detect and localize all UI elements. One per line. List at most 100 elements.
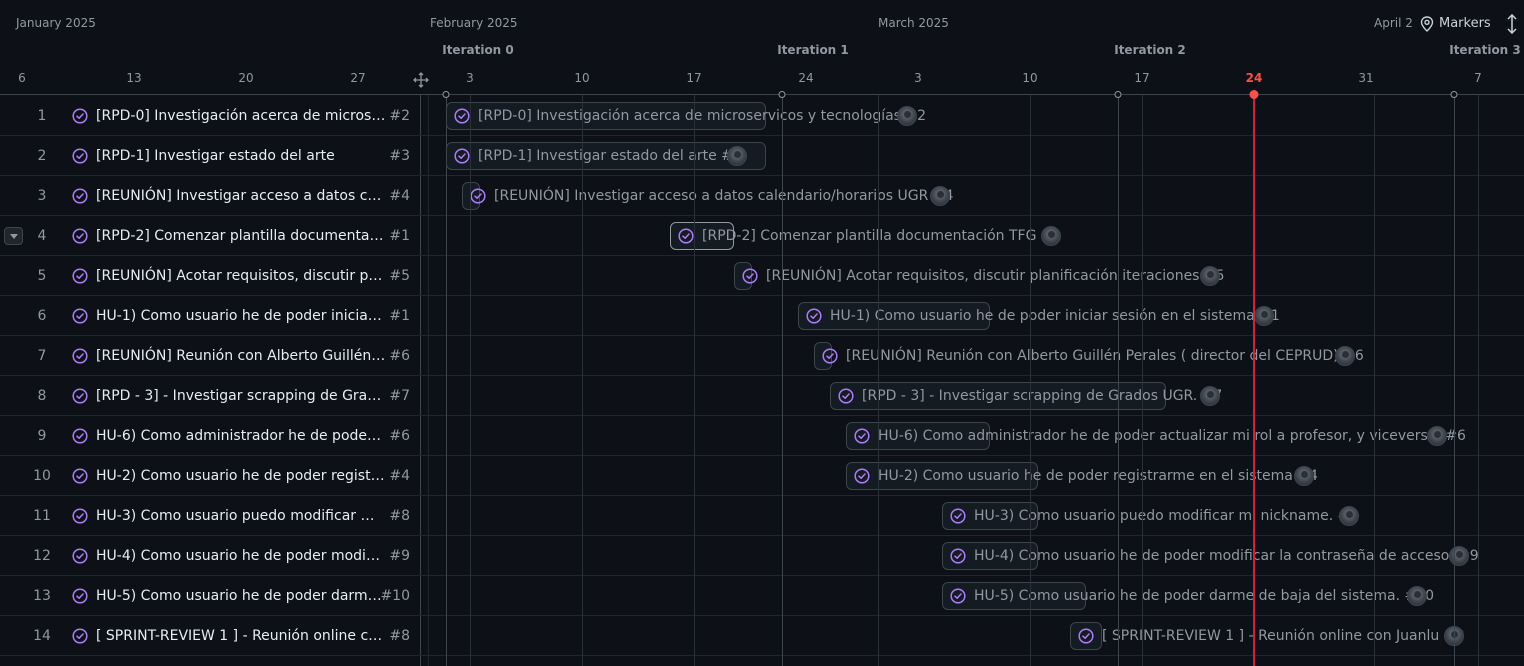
assignee-avatar[interactable]: [1200, 386, 1220, 406]
table-row[interactable]: 14 [ SPRINT-REVIEW 1 ] - Reunión online c…: [0, 616, 1524, 656]
issue-closed-icon: [72, 348, 88, 364]
row-menu-button[interactable]: [4, 227, 23, 245]
row-title[interactable]: HU-4) Como usuario he de poder modificar…: [96, 536, 386, 576]
issue-number: #5: [389, 268, 410, 284]
row-title[interactable]: [RPD-0] Investigación acerca de microser…: [96, 96, 386, 136]
iteration-boundary-line: [446, 95, 447, 666]
gantt-bar-label[interactable]: [REUNIÓN] Reunión con Alberto Guillén Pe…: [846, 336, 1364, 376]
table-row[interactable]: 3 [REUNIÓN] Investigar acceso a datos cal…: [0, 176, 1524, 216]
issue-number: #10: [380, 588, 410, 604]
row-info[interactable]: 12 HU-4) Como usuario he de poder modific…: [0, 536, 420, 576]
row-title[interactable]: HU-5) Como usuario he de poder darme de …: [96, 576, 386, 616]
today-line: [1253, 95, 1255, 666]
row-info[interactable]: 10 HU-2) Como usuario he de poder registr…: [0, 456, 420, 496]
issue-closed-icon: [470, 188, 486, 204]
day-label: 20: [238, 71, 254, 85]
table-row[interactable]: 5 [REUNIÓN] Acotar requisitos, discutir p…: [0, 256, 1524, 296]
row-title[interactable]: HU-6) Como administrador he de poder act…: [96, 416, 386, 456]
table-row[interactable]: 1 [RPD-0] Investigación acerca de microse…: [0, 96, 1524, 136]
gantt-bar-label[interactable]: [RPD-2] Comenzar plantilla documentación…: [702, 216, 1062, 256]
row-title[interactable]: [REUNIÓN] Reunión con Alberto Guillén Pe…: [96, 336, 386, 376]
table-row[interactable]: 4 [RPD-2] Comenzar plantilla documentació…: [0, 216, 1524, 256]
row-info[interactable]: 6 HU-1) Como usuario he de poder iniciar …: [0, 296, 420, 336]
table-row[interactable]: 7 [REUNIÓN] Reunión con Alberto Guillén P…: [0, 336, 1524, 376]
issue-closed-icon: [72, 148, 88, 164]
row-info[interactable]: 3 [REUNIÓN] Investigar acceso a datos cal…: [0, 176, 420, 216]
row-title[interactable]: [REUNIÓN] Acotar requisitos, discutir pl…: [96, 256, 386, 296]
row-title[interactable]: [ SPRINT-REVIEW 1 ] - Reunión online con…: [96, 616, 386, 656]
assignee-avatar[interactable]: [1254, 306, 1274, 326]
row-info[interactable]: 11 HU-3) Como usuario puedo modificar mi …: [0, 496, 420, 536]
row-info[interactable]: 4 [RPD-2] Comenzar plantilla documentació…: [0, 216, 420, 256]
table-row[interactable]: 6 HU-1) Como usuario he de poder iniciar …: [0, 296, 1524, 336]
row-number: 8: [37, 388, 47, 404]
row-title[interactable]: HU-3) Como usuario puedo modificar mi ni…: [96, 496, 386, 536]
issue-number: #6: [389, 348, 410, 364]
iteration-marker-dot: [778, 91, 786, 98]
day-label: 27: [350, 71, 366, 85]
assignee-avatar[interactable]: [1449, 546, 1469, 566]
issue-number: #1: [389, 228, 410, 244]
issue-number: #8: [389, 628, 410, 644]
table-row[interactable]: 2 [RPD-1] Investigar estado del arte #3 [RP…: [0, 136, 1524, 176]
grid-line: [582, 95, 583, 666]
assignee-avatar[interactable]: [1407, 586, 1427, 606]
assignee-avatar[interactable]: [1339, 506, 1359, 526]
gantt-bar-label[interactable]: HU-2) Como usuario he de poder registrar…: [878, 456, 1318, 496]
gantt-bar-label[interactable]: [RPD-1] Investigar estado del arte #3: [478, 136, 742, 176]
row-info[interactable]: 2 [RPD-1] Investigar estado del arte #3: [0, 136, 420, 176]
table-row[interactable]: 13 HU-5) Como usuario he de poder darme d…: [0, 576, 1524, 616]
issue-closed-icon: [822, 348, 838, 364]
row-title[interactable]: [RPD-2] Comenzar plantilla documentación…: [96, 216, 386, 256]
row-title[interactable]: HU-1) Como usuario he de poder iniciar s…: [96, 296, 386, 336]
gantt-bar-label[interactable]: HU-5) Como usuario he de poder darme de …: [974, 576, 1434, 616]
row-title[interactable]: HU-2) Como usuario he de poder registrar…: [96, 456, 386, 496]
row-info[interactable]: 1 [RPD-0] Investigación acerca de microse…: [0, 96, 420, 136]
gantt-bar-label[interactable]: [ SPRINT-REVIEW 1 ] - Reunión online con…: [1102, 616, 1464, 656]
gantt-bar-label[interactable]: [REUNIÓN] Investigar acceso a datos cale…: [494, 176, 953, 216]
row-number: 12: [33, 548, 51, 564]
table-row[interactable]: 8 [RPD - 3] - Investigar scrapping de Gra…: [0, 376, 1524, 416]
row-info[interactable]: 13 HU-5) Como usuario he de poder darme d…: [0, 576, 420, 616]
row-number: 10: [33, 468, 51, 484]
gantt-bar-label[interactable]: [REUNIÓN] Acotar requisitos, discutir pl…: [766, 256, 1225, 296]
row-info[interactable]: 5 [REUNIÓN] Acotar requisitos, discutir p…: [0, 256, 420, 296]
gantt-bar-label[interactable]: [RPD-0] Investigación acerca de microser…: [478, 96, 926, 136]
gantt-bar-label[interactable]: HU-1) Como usuario he de poder iniciar s…: [830, 296, 1280, 336]
assignee-avatar[interactable]: [727, 146, 747, 166]
row-title[interactable]: [RPD-1] Investigar estado del arte: [96, 136, 386, 176]
assignee-avatar[interactable]: [1294, 466, 1314, 486]
table-row[interactable]: 10 HU-2) Como usuario he de poder registr…: [0, 456, 1524, 496]
table-row[interactable]: 12 HU-4) Como usuario he de poder modific…: [0, 536, 1524, 576]
row-number: 4: [37, 228, 47, 244]
table-row[interactable]: 11 HU-3) Como usuario puedo modificar mi …: [0, 496, 1524, 536]
issue-number: #4: [389, 468, 410, 484]
row-title[interactable]: [REUNIÓN] Investigar acceso a datos cale…: [96, 176, 386, 216]
iteration-boundary-line: [1118, 95, 1119, 666]
row-info[interactable]: 14 [ SPRINT-REVIEW 1 ] - Reunión online c…: [0, 616, 420, 656]
gantt-bar-label[interactable]: HU-6) Como administrador he de poder act…: [878, 416, 1466, 456]
grid-line: [470, 95, 471, 666]
assignee-avatar[interactable]: [1335, 346, 1355, 366]
today-marker-dot: [1249, 90, 1259, 99]
gantt-bar-label[interactable]: HU-4) Como usuario he de poder modificar…: [974, 536, 1479, 576]
row-title[interactable]: [RPD - 3] - Investigar scrapping de Grad…: [96, 376, 386, 416]
assignee-avatar[interactable]: [1200, 266, 1220, 286]
row-number: 13: [33, 588, 51, 604]
gantt-bar-label[interactable]: [RPD - 3] - Investigar scrapping de Grad…: [862, 376, 1222, 416]
assignee-avatar[interactable]: [897, 106, 917, 126]
assignee-avatar[interactable]: [930, 186, 950, 206]
row-number: 1: [37, 108, 47, 124]
gantt-bar-label[interactable]: HU-3) Como usuario puedo modificar mi ni…: [974, 496, 1358, 536]
assignee-avatar[interactable]: [1427, 426, 1447, 446]
issue-number: #8: [389, 508, 410, 524]
row-number: 9: [37, 428, 47, 444]
issue-closed-icon: [806, 308, 822, 324]
row-list: 1 [RPD-0] Investigación acerca de microse…: [0, 96, 1524, 666]
row-info[interactable]: 7 [REUNIÓN] Reunión con Alberto Guillén P…: [0, 336, 420, 376]
table-row[interactable]: 9 HU-6) Como administrador he de poder ac…: [0, 416, 1524, 456]
row-info[interactable]: 8 [RPD - 3] - Investigar scrapping de Gra…: [0, 376, 420, 416]
row-info[interactable]: 9 HU-6) Como administrador he de poder ac…: [0, 416, 420, 456]
issue-number: #6: [389, 428, 410, 444]
assignee-avatar[interactable]: [1041, 226, 1061, 246]
